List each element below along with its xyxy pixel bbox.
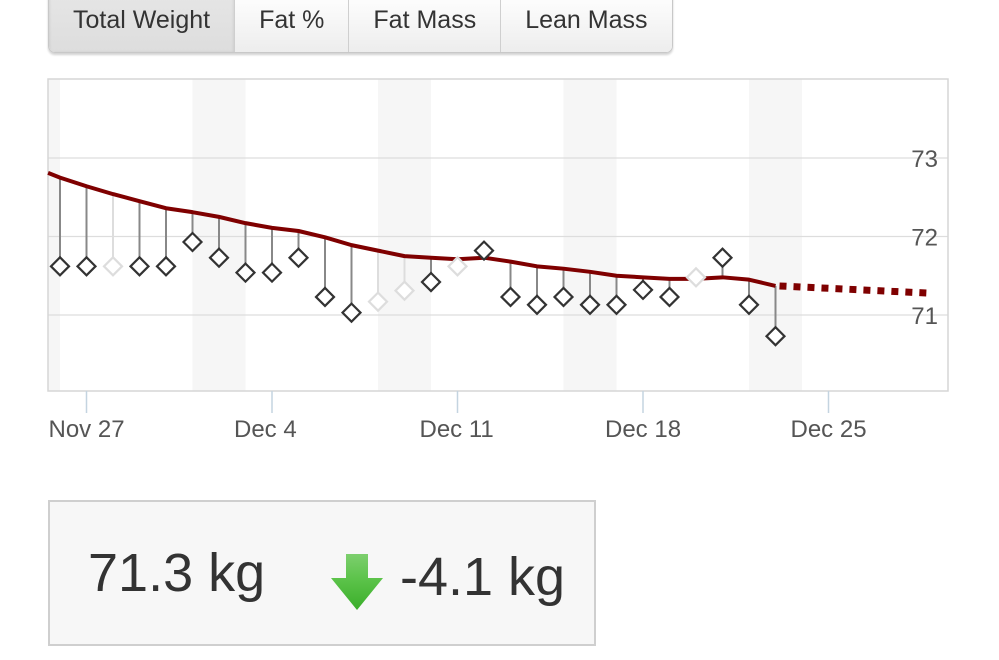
y-tick-label: 73 xyxy=(911,146,938,173)
weight-marker xyxy=(155,255,177,277)
weight-marker xyxy=(128,255,151,277)
plot-frame xyxy=(47,78,949,392)
weight-marker xyxy=(632,279,654,301)
weekend-band xyxy=(48,79,60,391)
summary-panel: 71.3 kg -4.1 kg xyxy=(48,500,596,646)
weight-marker xyxy=(287,247,310,269)
x-tick-label: Nov 27 xyxy=(49,416,125,443)
weekend-band xyxy=(378,79,431,391)
y-tick-label: 71 xyxy=(911,303,938,330)
down-arrow-icon xyxy=(331,554,383,610)
weight-marker xyxy=(340,302,363,324)
weight-marker xyxy=(685,266,707,288)
weight-marker xyxy=(711,247,734,269)
weight-marker xyxy=(499,286,522,308)
x-tick-label: Dec 4 xyxy=(234,416,297,443)
weight-marker xyxy=(102,255,124,277)
weight-change: -4.1 kg xyxy=(400,547,566,607)
x-tick-label: Dec 11 xyxy=(420,416,494,443)
x-tick-label: Dec 25 xyxy=(791,416,867,443)
weight-marker xyxy=(261,262,283,284)
weight-marker xyxy=(658,286,681,308)
weight-marker xyxy=(526,294,548,316)
weight-chart: Nov 27 Dec 4 Dec 11 Dec 18 Dec 25 71 72 73 xyxy=(47,78,949,443)
weight-marker xyxy=(314,286,336,308)
weight-marker xyxy=(75,255,98,277)
current-weight: 71.3 kg xyxy=(88,543,266,603)
x-tick-label: Dec 18 xyxy=(605,416,681,443)
y-tick-label: 72 xyxy=(911,225,938,252)
weekend-band xyxy=(563,79,617,391)
